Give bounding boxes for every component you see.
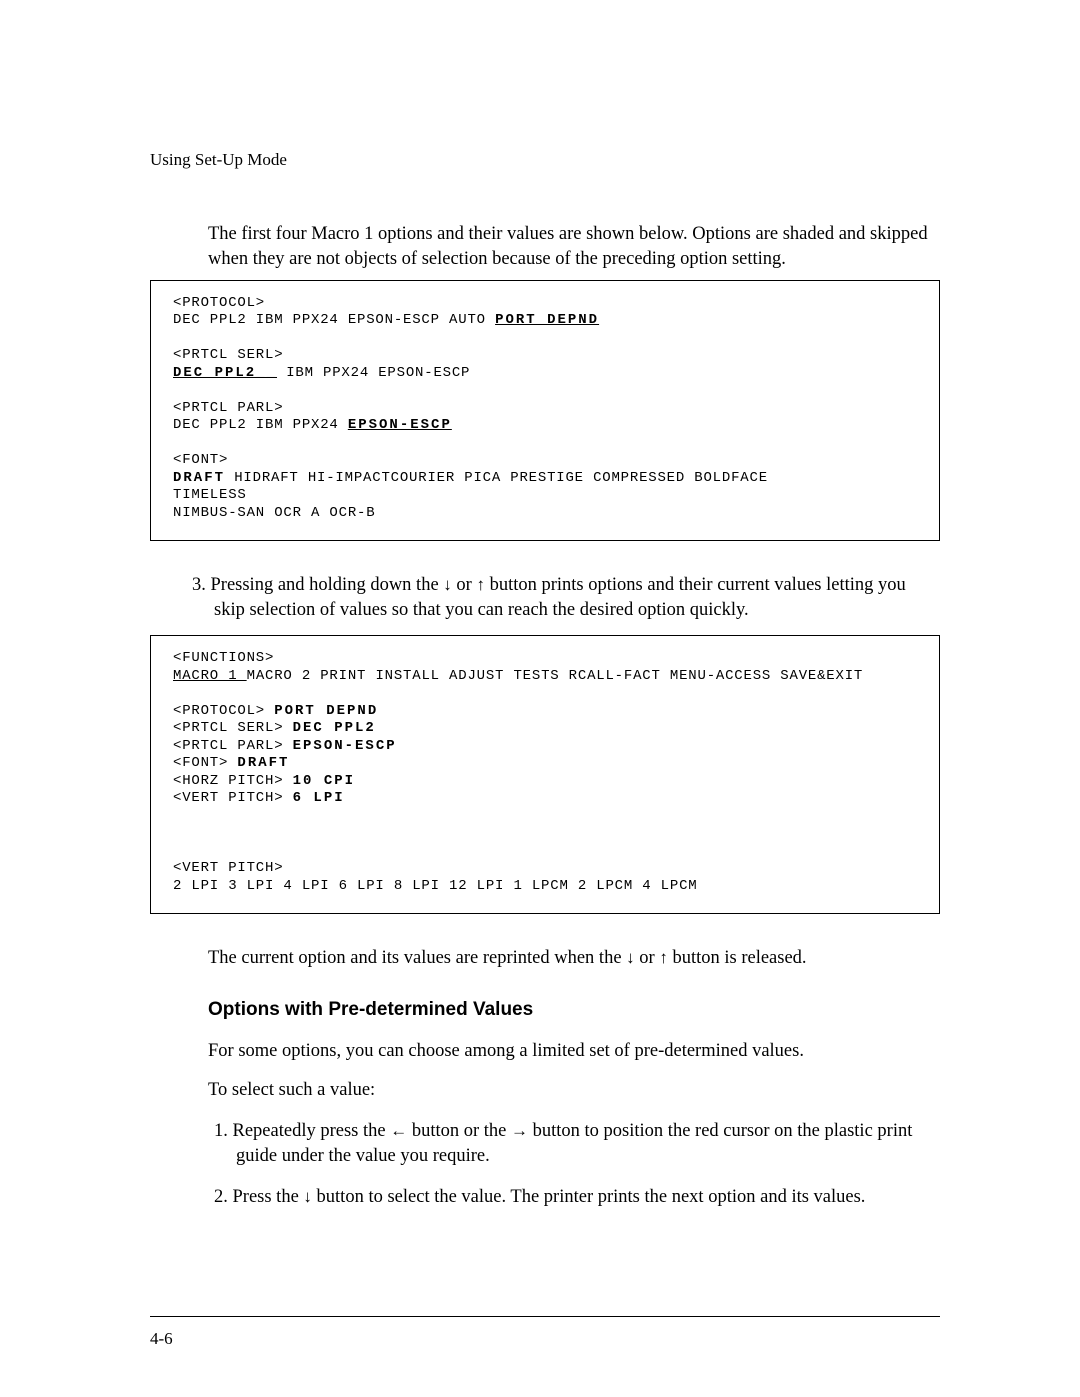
- step-3: 3. Pressing and holding down the ↓ or ↑ …: [186, 573, 940, 623]
- code-line: <FONT> DRAFT: [173, 755, 917, 773]
- code-line: <PRTCL SERL> DEC PPL2: [173, 720, 917, 738]
- code-line: <FONT>: [173, 452, 917, 470]
- code-line: <PRTCL PARL>: [173, 400, 917, 418]
- code-line: <HORZ PITCH> 10 CPI: [173, 773, 917, 791]
- ol-step-1: 1. Repeatedly press the ← button or the …: [208, 1119, 940, 1169]
- down-arrow-icon: ↓: [443, 575, 452, 594]
- page-number: 4-6: [150, 1329, 173, 1349]
- up-arrow-icon: ↑: [659, 948, 668, 967]
- up-arrow-icon: ↑: [476, 575, 485, 594]
- code-line: DRAFT HIDRAFT HI-IMPACTCOURIER PICA PRES…: [173, 470, 917, 488]
- code-line: DEC PPL2__ IBM PPX24 EPSON-ESCP: [173, 365, 917, 383]
- code-line: <PRTCL PARL> EPSON-ESCP: [173, 738, 917, 756]
- right-arrow-icon: →: [511, 1121, 528, 1140]
- code-line: <PROTOCOL> PORT DEPND: [173, 703, 917, 721]
- code-line: MACRO 1 MACRO 2 PRINT INSTALL ADJUST TES…: [173, 668, 917, 686]
- code-line: <VERT PITCH> 6 LPI: [173, 790, 917, 808]
- code-line: DEC PPL2 IBM PPX24 EPSON-ESCP AUTO PORT …: [173, 312, 917, 330]
- code-line: <PRTCL SERL>: [173, 347, 917, 365]
- intro-paragraph: The first four Macro 1 options and their…: [208, 222, 940, 272]
- ol-step-2: 2. Press the ↓ button to select the valu…: [208, 1185, 940, 1210]
- section-header: Using Set-Up Mode: [150, 150, 940, 170]
- down-arrow-icon: ↓: [303, 1187, 312, 1206]
- code-line: <FUNCTIONS>: [173, 650, 917, 668]
- page: Using Set-Up Mode The first four Macro 1…: [0, 0, 1080, 1397]
- code-line: <PROTOCOL>: [173, 295, 917, 313]
- predetermined-intro: For some options, you can choose among a…: [208, 1039, 940, 1064]
- code-line: 2 LPI 3 LPI 4 LPI 6 LPI 8 LPI 12 LPI 1 L…: [173, 878, 917, 896]
- after-box2-paragraph: The current option and its values are re…: [208, 946, 940, 971]
- code-line: <VERT PITCH>: [173, 860, 917, 878]
- code-line: DEC PPL2 IBM PPX24 EPSON-ESCP: [173, 417, 917, 435]
- to-select-intro: To select such a value:: [208, 1078, 940, 1103]
- footer-rule: [150, 1316, 940, 1317]
- printout-box-2: <FUNCTIONS> MACRO 1 MACRO 2 PRINT INSTAL…: [150, 635, 940, 914]
- left-arrow-icon: ←: [390, 1121, 407, 1140]
- code-line: NIMBUS-SAN OCR A OCR-B: [173, 505, 917, 523]
- code-line: TIMELESS: [173, 487, 917, 505]
- down-arrow-icon: ↓: [626, 948, 635, 967]
- printout-box-1: <PROTOCOL> DEC PPL2 IBM PPX24 EPSON-ESCP…: [150, 280, 940, 542]
- subsection-heading: Options with Pre-determined Values: [208, 999, 940, 1021]
